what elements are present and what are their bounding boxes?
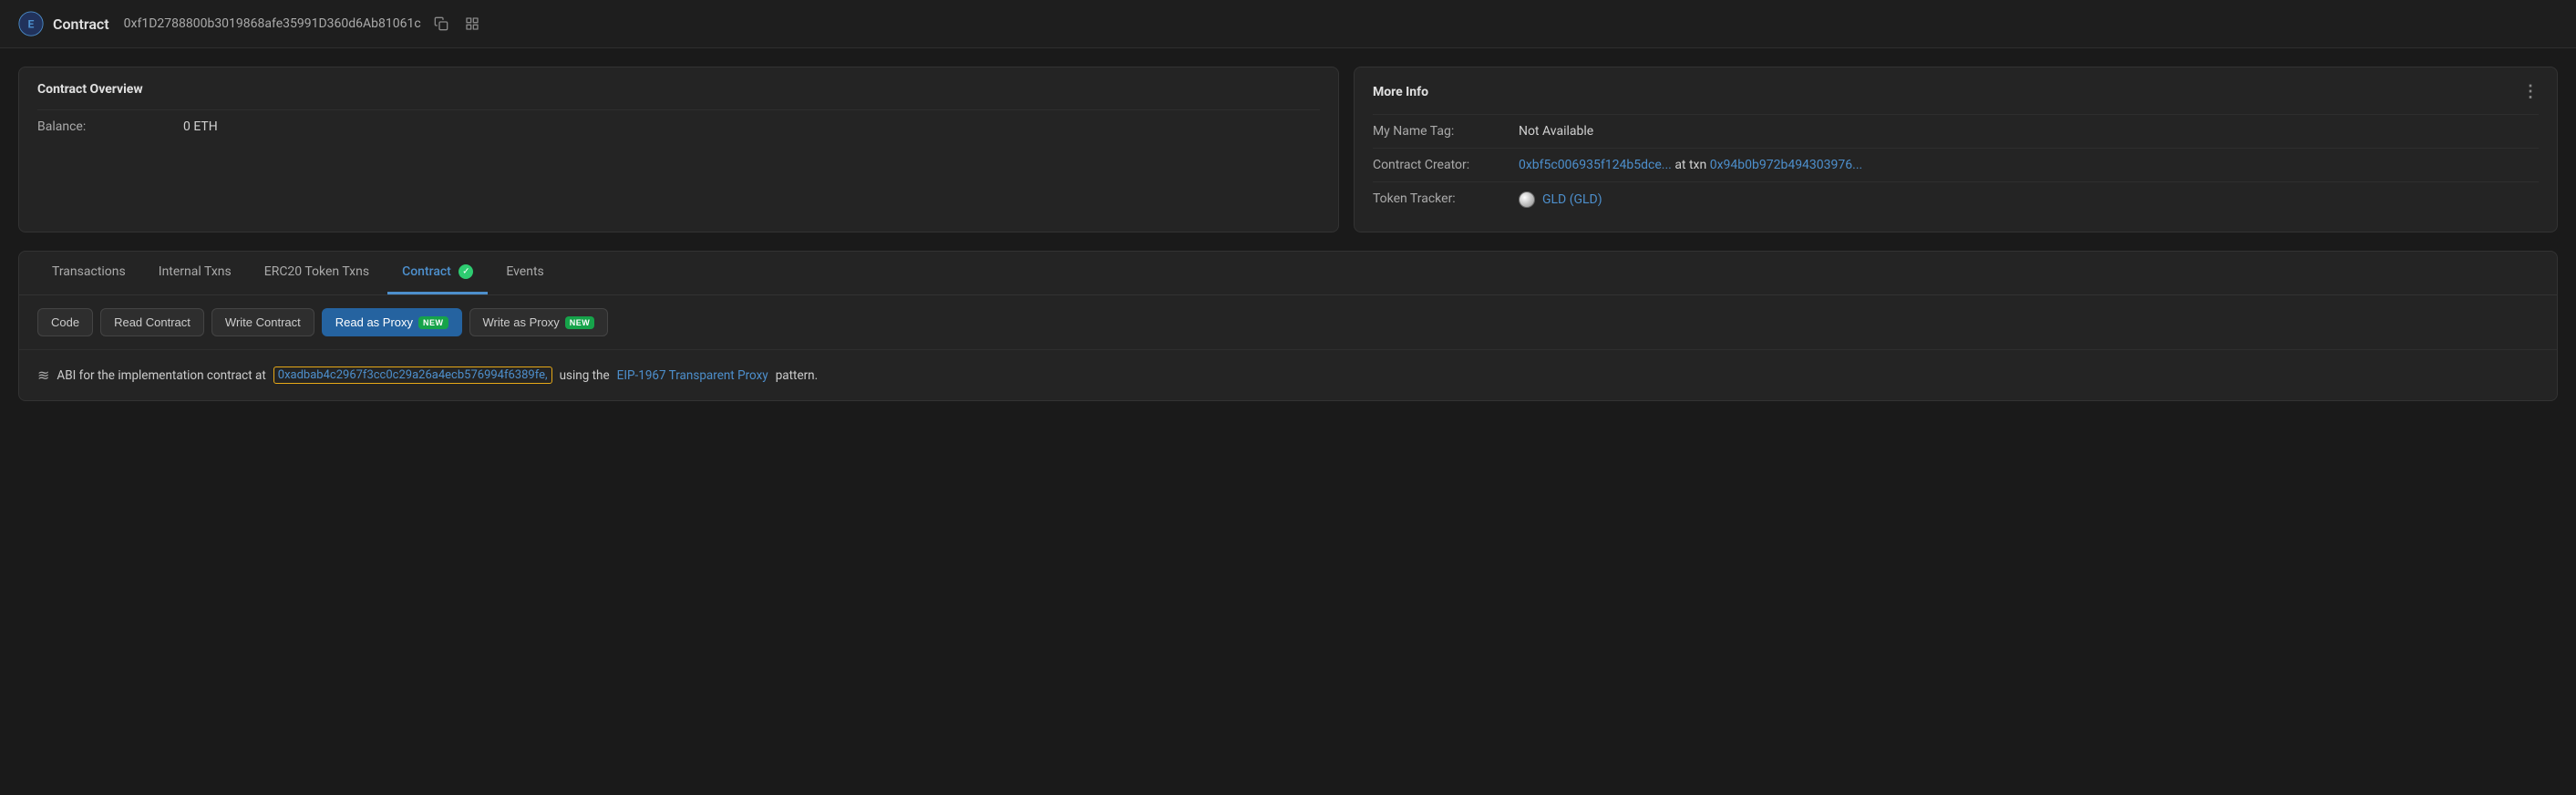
creator-at-text: at txn: [1674, 158, 1709, 172]
grid-view-button[interactable]: [461, 13, 483, 35]
creator-address-link[interactable]: 0xbf5c006935f124b5dce...: [1519, 158, 1672, 172]
abi-text-before: ABI for the implementation contract at: [57, 368, 265, 383]
name-tag-value: Not Available: [1519, 124, 1593, 139]
token-tracker-link[interactable]: GLD (GLD): [1542, 192, 1602, 207]
abi-text-middle: using the: [560, 368, 610, 383]
write-as-proxy-new-badge: NEW: [565, 316, 595, 329]
copy-address-button[interactable]: [430, 13, 452, 35]
subtab-read-contract-button[interactable]: Read Contract: [100, 308, 204, 336]
contract-creator-value: 0xbf5c006935f124b5dce... at txn 0x94b0b9…: [1519, 158, 1862, 172]
tab-contract[interactable]: Contract: [387, 252, 488, 294]
subtabs-bar: Code Read Contract Write Contract Read a…: [19, 295, 2557, 350]
token-icon: [1519, 191, 1535, 208]
tab-erc20-token-txns[interactable]: ERC20 Token Txns: [250, 252, 384, 294]
subtab-write-contract-button[interactable]: Write Contract: [211, 308, 314, 336]
abi-implementation-address[interactable]: 0xadbab4c2967f3cc0c29a26a4ecb576994f6389…: [273, 367, 552, 384]
page-title-prefix: Contract: [53, 15, 109, 33]
etherscan-logo: E: [18, 11, 44, 36]
subtab-code-button[interactable]: Code: [37, 308, 93, 336]
more-info-menu-button[interactable]: ⋮: [2522, 82, 2539, 101]
contract-creator-row: Contract Creator: 0xbf5c006935f124b5dce.…: [1373, 148, 2539, 181]
token-tracker-value: GLD (GLD): [1519, 191, 1602, 208]
more-info-panel: More Info ⋮ My Name Tag: Not Available C…: [1354, 67, 2558, 232]
balance-row: Balance: 0 ETH: [37, 109, 1320, 143]
main-content: Contract Overview Balance: 0 ETH More In…: [0, 48, 2576, 419]
layers-icon: ≋: [37, 367, 49, 384]
token-tracker-label: Token Tracker:: [1373, 191, 1519, 206]
svg-text:E: E: [28, 17, 35, 30]
header: E Contract 0xf1D2788800b3019868afe35991D…: [0, 0, 2576, 48]
balance-label: Balance:: [37, 119, 183, 134]
creator-txn-link[interactable]: 0x94b0b972b494303976...: [1710, 158, 1863, 172]
read-as-proxy-new-badge: NEW: [418, 316, 448, 329]
token-tracker-row: Token Tracker: GLD (GLD): [1373, 181, 2539, 217]
contract-address: 0xf1D2788800b3019868afe35991D360d6Ab8106…: [124, 16, 421, 31]
tab-transactions[interactable]: Transactions: [37, 252, 140, 294]
more-info-title: More Info ⋮: [1373, 82, 2539, 101]
name-tag-label: My Name Tag:: [1373, 124, 1519, 139]
tab-internal-txns[interactable]: Internal Txns: [144, 252, 246, 294]
name-tag-row: My Name Tag: Not Available: [1373, 114, 2539, 148]
overview-row: Contract Overview Balance: 0 ETH More In…: [18, 67, 2558, 232]
contract-verified-badge: [459, 264, 473, 279]
contract-overview-panel: Contract Overview Balance: 0 ETH: [18, 67, 1339, 232]
balance-value: 0 ETH: [183, 119, 218, 134]
copy-icon: [434, 16, 448, 31]
subtab-write-as-proxy-button[interactable]: Write as Proxy NEW: [469, 308, 609, 336]
main-tabs-bar: Transactions Internal Txns ERC20 Token T…: [19, 252, 2557, 295]
contract-creator-label: Contract Creator:: [1373, 158, 1519, 172]
abi-notice: ≋ ABI for the implementation contract at…: [37, 367, 2539, 384]
grid-icon: [465, 16, 479, 31]
tab-events[interactable]: Events: [491, 252, 558, 294]
abi-text-after: pattern.: [776, 368, 819, 383]
contract-overview-title: Contract Overview: [37, 82, 1320, 97]
tabs-content: ≋ ABI for the implementation contract at…: [19, 350, 2557, 400]
tabs-panel: Transactions Internal Txns ERC20 Token T…: [18, 251, 2558, 401]
eip-1967-link[interactable]: EIP-1967 Transparent Proxy: [617, 368, 768, 383]
subtab-read-as-proxy-button[interactable]: Read as Proxy NEW: [322, 308, 462, 336]
